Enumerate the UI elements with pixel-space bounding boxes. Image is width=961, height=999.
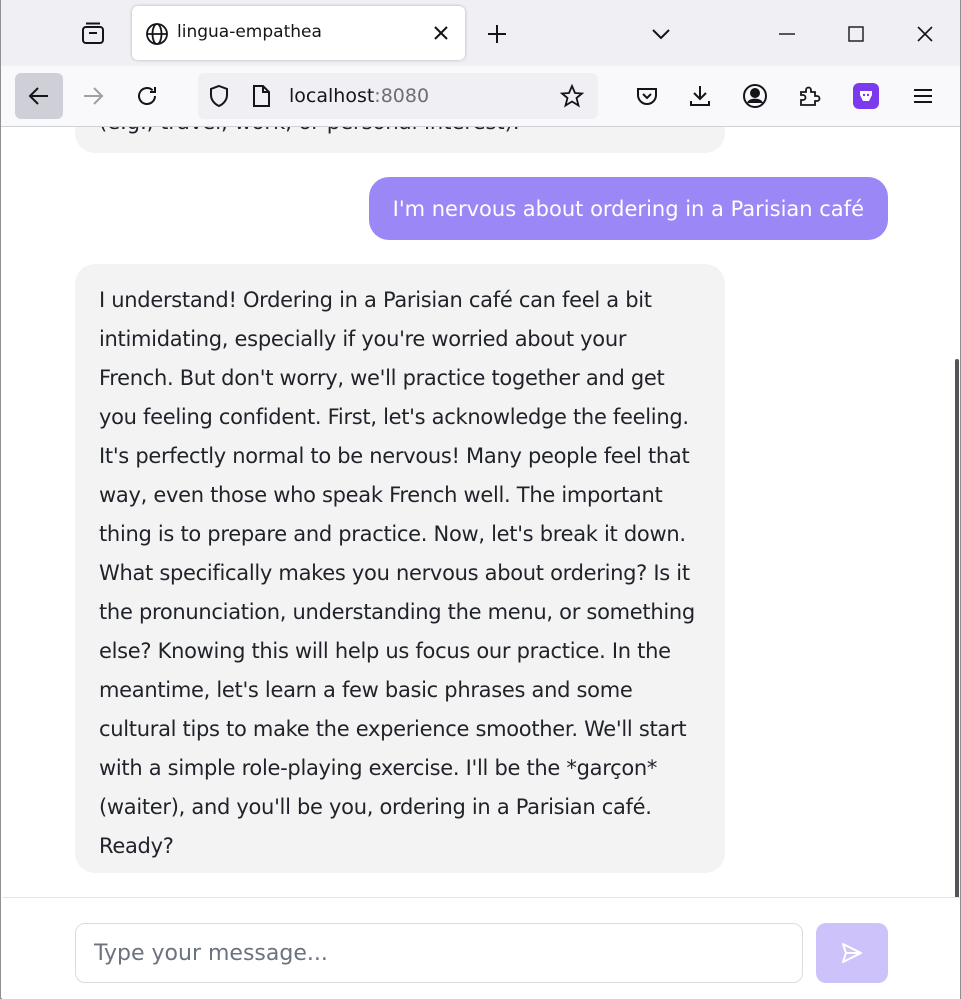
scrollbar[interactable] [955, 359, 959, 986]
assistant-message: I understand! Ordering in a Parisian caf… [75, 264, 725, 873]
assistant-message-text: I understand! Ordering in a Parisian caf… [99, 288, 695, 858]
puzzle-icon [800, 86, 821, 106]
addon-button[interactable] [844, 74, 888, 118]
download-icon [690, 86, 710, 106]
forward-button[interactable] [69, 73, 117, 119]
window-close-button[interactable] [903, 12, 947, 56]
shield-icon [210, 84, 228, 108]
tab-strip: lingua-empathea [1, 0, 960, 66]
site-info-button[interactable] [248, 83, 274, 109]
globe-icon [146, 23, 168, 45]
account-icon [743, 84, 767, 108]
hamburger-icon [914, 89, 932, 103]
minimize-button[interactable] [765, 12, 809, 56]
url-host: localhost [289, 85, 375, 107]
tab-lingua-empathea[interactable]: lingua-empathea [132, 6, 465, 60]
message-composer [2, 897, 960, 999]
tab-close-button[interactable] [428, 20, 454, 46]
maximize-icon [848, 26, 864, 42]
chevron-down-icon [652, 29, 670, 40]
account-button[interactable] [733, 74, 777, 118]
pocket-icon [637, 88, 657, 105]
arrow-left-icon [28, 87, 48, 105]
assistant-message-text: (e.g., travel, work, or personal interes… [99, 127, 520, 142]
page-icon [253, 85, 270, 107]
tab-list-button[interactable] [67, 12, 119, 56]
assistant-message: (e.g., travel, work, or personal interes… [75, 127, 725, 153]
url-text: localhost:8080 [289, 85, 429, 107]
chat-page: (e.g., travel, work, or personal interes… [2, 127, 960, 999]
maximize-button[interactable] [834, 12, 878, 56]
user-message: I'm nervous about ordering in a Parisian… [368, 177, 888, 240]
send-icon [842, 943, 862, 963]
reload-icon [138, 87, 156, 105]
send-button[interactable] [816, 923, 888, 983]
browser-window: lingua-empathea localhost:8080 I'm nervo… [0, 0, 961, 999]
close-icon [434, 26, 448, 40]
downloads-button[interactable] [678, 74, 722, 118]
minimize-icon [779, 33, 795, 35]
tracking-protection-button[interactable] [206, 83, 232, 109]
arrow-right-icon [84, 87, 104, 105]
app-menu-button[interactable] [901, 74, 945, 118]
message-input[interactable] [75, 923, 803, 983]
back-button[interactable] [15, 73, 63, 119]
tab-title: lingua-empathea [177, 22, 322, 42]
close-icon [917, 26, 933, 42]
navigation-toolbar: localhost:8080 [1, 66, 960, 127]
tab-list-icon [82, 22, 104, 44]
extensions-button[interactable] [787, 74, 831, 118]
plus-icon [488, 25, 506, 43]
reload-button[interactable] [123, 73, 171, 119]
address-bar[interactable]: localhost:8080 [198, 73, 598, 119]
addon-icon [853, 83, 879, 109]
bookmark-button[interactable] [559, 83, 585, 109]
new-tab-button[interactable] [475, 12, 519, 56]
pocket-button[interactable] [625, 74, 669, 118]
url-port: :8080 [374, 85, 430, 107]
star-icon [560, 84, 584, 108]
list-all-tabs-button[interactable] [639, 12, 683, 56]
